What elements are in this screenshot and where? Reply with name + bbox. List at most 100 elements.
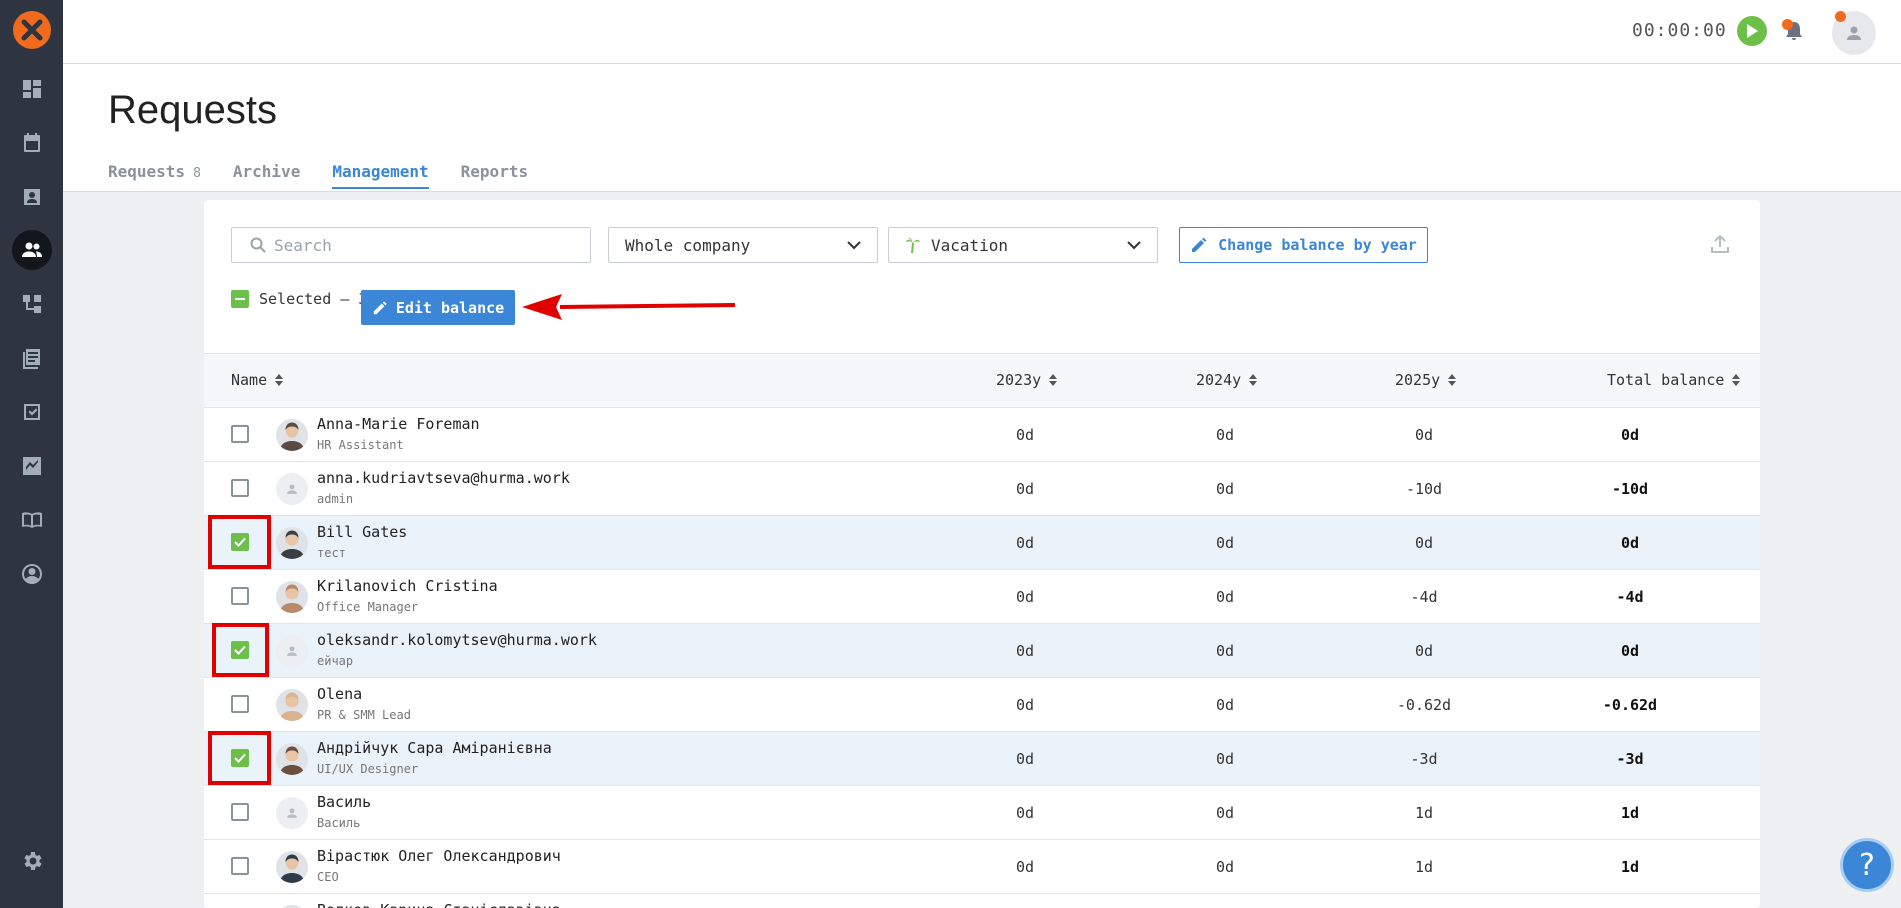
balance-cell-2023: 0d [1015, 588, 1035, 606]
avatar [276, 581, 308, 613]
avatar [276, 527, 308, 559]
request-type-select[interactable]: Vacation [888, 227, 1158, 263]
export-upload-icon[interactable] [1708, 232, 1732, 256]
balance-cell-2025: -10d [1405, 480, 1443, 498]
row-checkbox[interactable] [231, 425, 249, 443]
balance-cell-2025: 0d [1414, 426, 1434, 444]
table-row[interactable]: Волков Карина Станіславівна [204, 894, 1760, 908]
total-balance-cell: 0d [1620, 534, 1640, 552]
employee-position: Василь [317, 816, 361, 830]
help-button[interactable]: ? [1840, 838, 1894, 892]
employee-position: CEO [317, 870, 339, 884]
table-row[interactable]: oleksandr.kolomytsev@hurma.work ейчар 0d 0d… [204, 623, 1760, 678]
avatar [276, 689, 308, 721]
balance-cell-2023: 0d [1015, 642, 1035, 660]
total-balance-cell: 0d [1620, 642, 1640, 660]
column-header-2023[interactable]: 2023y [996, 371, 1058, 389]
contacts-icon[interactable] [12, 177, 52, 217]
employee-name[interactable]: oleksandr.kolomytsev@hurma.work [317, 631, 597, 649]
people-icon[interactable] [12, 230, 52, 270]
row-checkbox[interactable] [231, 695, 249, 713]
user-icon [287, 808, 297, 818]
timer-start-button[interactable] [1737, 16, 1767, 46]
annotation-highlight-box [212, 623, 269, 677]
select-all-checkbox[interactable] [231, 290, 249, 308]
balance-cell-2024: 0d [1215, 426, 1235, 444]
settings-icon[interactable] [12, 841, 52, 881]
employee-name[interactable]: Вірастюк Олег Олександрович [317, 847, 561, 865]
tab-requests[interactable]: Requests 8 [108, 162, 201, 189]
table-row[interactable]: Olena PR & SMM Lead 0d 0d -0.62d -0.62d [204, 678, 1760, 732]
balance-cell-2025: -3d [1410, 750, 1438, 768]
search-box[interactable] [231, 227, 591, 263]
balance-cell-2024: 0d [1215, 642, 1235, 660]
profile-icon[interactable] [12, 554, 52, 594]
column-header-total-balance[interactable]: Total balance [1607, 371, 1741, 389]
employee-name[interactable]: Anna-Marie Foreman [317, 415, 480, 433]
employee-name[interactable]: Krilanovich Cristina [317, 577, 498, 595]
column-header-2024[interactable]: 2024y [1196, 371, 1258, 389]
edit-balance-label: Edit balance [395, 298, 505, 317]
change-balance-label: Change balance by year [1218, 236, 1417, 254]
page-title: Requests [108, 88, 277, 132]
table-row[interactable]: Андрійчук Сара Аміранієвна UI/UX Designer… [204, 731, 1760, 786]
row-checkbox[interactable] [231, 857, 249, 875]
balance-cell-2025: -4d [1410, 588, 1438, 606]
balance-cell-2024: 0d [1215, 858, 1235, 876]
table-row[interactable]: Anna-Marie Foreman HR Assistant 0d 0d 0d 0d [204, 408, 1760, 462]
user-icon [287, 484, 297, 494]
table-row[interactable]: anna.kudriavtseva@hurma.work admin 0d 0d -10… [204, 462, 1760, 516]
avatar-status-dot [1835, 11, 1846, 22]
edit-balance-button[interactable]: Edit balance [361, 290, 515, 325]
employee-position: тест [317, 546, 346, 560]
hurma-logo[interactable] [13, 11, 51, 49]
employee-name[interactable]: anna.kudriavtseva@hurma.work [317, 469, 570, 487]
annotation-highlight-box [208, 515, 271, 569]
row-checkbox[interactable] [231, 479, 249, 497]
balance-cell-2024: 0d [1215, 480, 1235, 498]
documents-icon[interactable] [12, 338, 52, 378]
tab-reports[interactable]: Reports [461, 162, 528, 189]
balance-cell-2023: 0d [1015, 750, 1035, 768]
knowledge-base-icon[interactable] [12, 500, 52, 540]
search-input[interactable] [274, 235, 574, 255]
avatar-placeholder [276, 797, 308, 829]
column-label: Name [231, 371, 268, 389]
employee-name[interactable]: Olena [317, 685, 362, 703]
play-icon [1747, 24, 1758, 38]
column-header-2025[interactable]: 2025y [1395, 371, 1457, 389]
change-balance-by-year-button[interactable]: Change balance by year [1179, 227, 1428, 263]
palm-tree-icon [906, 237, 920, 254]
balance-cell-2025: 1d [1414, 858, 1434, 876]
employee-position: UI/UX Designer [317, 762, 419, 776]
employee-name[interactable]: Волков Карина Станіславівна [317, 901, 561, 908]
table-row[interactable]: Вірастюк Олег Олександрович CEO 0d 0d 1d 1d [204, 840, 1760, 894]
tab-archive[interactable]: Archive [233, 162, 300, 189]
table-row[interactable]: Василь Василь 0d 0d 1d 1d [204, 786, 1760, 840]
row-checkbox[interactable] [231, 587, 249, 605]
column-header-name[interactable]: Name [231, 371, 284, 389]
calendar-icon[interactable] [12, 123, 52, 163]
balance-cell-2024: 0d [1215, 804, 1235, 822]
column-label: 2025y [1395, 371, 1441, 389]
total-balance-cell: -0.62d [1602, 696, 1658, 714]
row-checkbox[interactable] [231, 803, 249, 821]
employee-position: Office Manager [317, 600, 419, 614]
company-select[interactable]: Whole company [608, 227, 878, 263]
total-balance-cell: 1d [1620, 804, 1640, 822]
employee-name[interactable]: Андрійчук Сара Аміранієвна [317, 739, 552, 757]
avatar [276, 419, 308, 451]
employee-name[interactable]: Василь [317, 793, 371, 811]
tab-management[interactable]: Management [332, 162, 429, 189]
dashboard-icon[interactable] [12, 69, 52, 109]
employee-position: admin [317, 492, 354, 506]
org-structure-icon[interactable] [12, 284, 52, 324]
balance-cell-2023: 0d [1015, 480, 1035, 498]
balance-cell-2025: 1d [1414, 804, 1434, 822]
table-row[interactable]: Krilanovich Cristina Office Manager 0d 0d -4… [204, 570, 1760, 624]
column-label: Total balance [1607, 371, 1725, 389]
employee-name[interactable]: Bill Gates [317, 523, 407, 541]
tasks-icon[interactable] [12, 392, 52, 432]
analytics-icon[interactable] [12, 446, 52, 486]
table-row[interactable]: Bill Gates тест 0d 0d 0d 0d [204, 515, 1760, 570]
